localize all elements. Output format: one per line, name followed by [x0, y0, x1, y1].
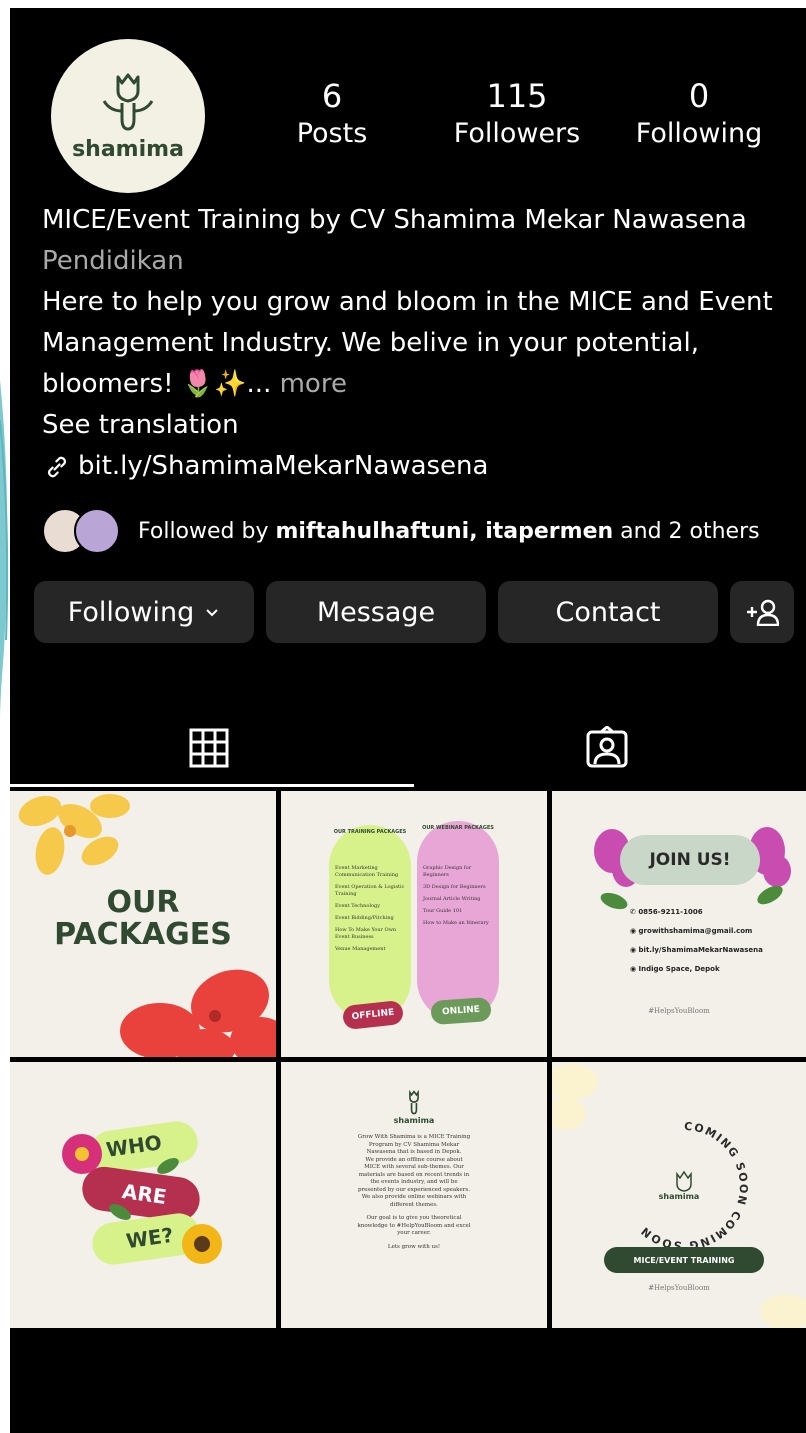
website-url: bit.ly/ShamimaMekarNawasena — [78, 451, 489, 481]
bio-line-1: Here to help you grow and bloom in the M… — [42, 287, 773, 317]
webinar-item: Tour Guide 101 — [423, 908, 463, 914]
about-para-3: We also provide online webinars with dif… — [361, 1194, 467, 1208]
post-tulip-logo-icon — [409, 1090, 419, 1115]
coming-soon-ring-text: COMING SOON COMING SOON — [638, 1120, 750, 1252]
training-item: How To Make Your Own Event Business — [335, 927, 397, 940]
online-badge: ONLINE — [430, 996, 492, 1026]
webinar-item: 3D Design for Beginners — [423, 884, 486, 890]
instagram-profile-screen: shamima 6 Posts 115 Followers 0 Followin… — [10, 8, 806, 1433]
contact-email-value: growithshamima@gmail.com — [638, 927, 753, 935]
contact-button-label: Contact — [555, 596, 661, 628]
post-join-us[interactable]: JOIN US! ✆ 0856-9211-1006 ◉ growithshami… — [552, 791, 806, 1057]
bio-line-2: Management Industry. We belive in your p… — [42, 328, 699, 358]
bio-line-3-text: bloomers! 🌷✨... — [42, 369, 272, 399]
training-item: Venue Management — [335, 946, 386, 952]
contact-phone-value: 0856-9211-1006 — [638, 908, 703, 916]
chevron-down-icon — [206, 609, 218, 617]
about-para-1: Grow With Shamima is a MICE Training Pro… — [357, 1134, 471, 1155]
followed-by[interactable]: Followed by miftahulhaftuni, itapermen a… — [42, 505, 760, 557]
contact-place: ◉ Indigo Space, Depok — [630, 965, 720, 973]
coming-soon-logo-text: shamima — [658, 1192, 700, 1201]
following-button-label: Following — [67, 596, 195, 628]
followers-label: Followers — [453, 118, 581, 149]
tab-posts-grid[interactable] — [10, 708, 408, 788]
add-person-icon — [747, 599, 779, 626]
stat-following[interactable]: 0 Following — [629, 76, 769, 152]
training-title: OUR TRAINING PACKAGES — [333, 829, 407, 835]
link-icon — [48, 456, 66, 477]
contact-phone: ✆ 0856-9211-1006 — [630, 908, 703, 916]
more-link[interactable]: more — [271, 369, 347, 399]
webinar-item: Graphic Design for Beginners — [423, 865, 472, 878]
following-button[interactable]: Following — [34, 581, 254, 643]
stat-posts[interactable]: 6 Posts — [262, 76, 402, 152]
stat-followers[interactable]: 115 Followers — [447, 76, 587, 152]
post-logo-text: shamima — [393, 1116, 435, 1125]
posts-label: Posts — [296, 118, 368, 149]
join-us-hashtag: #HelpsYouBloom — [648, 1007, 710, 1015]
post-our-packages[interactable]: OUR PACKAGES — [10, 791, 276, 1057]
post-packages-list[interactable]: OUR TRAINING PACKAGES OUR WEBINAR PACKAG… — [281, 791, 547, 1057]
post1-line1: OUR — [106, 885, 180, 920]
message-button[interactable]: Message — [266, 581, 486, 643]
post-coming-soon[interactable]: COMING SOON COMING SOON shamima MICE/EVE… — [552, 1062, 806, 1328]
follower-avatar-2 — [74, 508, 120, 554]
posts-count: 6 — [321, 77, 343, 115]
contact-email: ◉ growithshamima@gmail.com — [630, 927, 753, 935]
bio-line-3: bloomers! 🌷✨... more — [42, 364, 802, 405]
avatar-logo-text: shamima — [72, 136, 184, 162]
who-flowers — [62, 1134, 222, 1264]
suggest-people-button[interactable] — [730, 581, 794, 643]
tagged-person-icon — [586, 726, 628, 768]
training-banner: MICE/EVENT TRAINING — [604, 1247, 764, 1273]
grid-icon — [189, 728, 229, 768]
post-who-are-we[interactable]: WHO ARE WE? — [10, 1062, 276, 1328]
profile-name: MICE/Event Training by CV Shamima Mekar … — [42, 205, 747, 235]
profile-category: Pendidikan — [42, 246, 184, 276]
following-count: 0 — [688, 77, 710, 115]
contact-link: ◉ bit.ly/ShamimaMekarNawasena — [630, 946, 763, 954]
following-label: Following — [635, 118, 763, 149]
followed-by-names[interactable]: miftahulhaftuni, itapermen — [275, 519, 613, 544]
contact-button[interactable]: Contact — [498, 581, 718, 643]
see-translation-link[interactable]: See translation — [42, 405, 802, 446]
profile-avatar[interactable]: shamima — [51, 39, 205, 193]
offline-badge: OFFLINE — [341, 999, 405, 1031]
join-us-title: JOIN US! — [620, 835, 760, 885]
about-para-5: Lets grow with us! — [387, 1243, 441, 1250]
profile-website-link[interactable]: bit.ly/ShamimaMekarNawasena — [42, 446, 802, 487]
contact-place-value: Indigo Space, Depok — [638, 965, 720, 973]
webinar-title: OUR WEBINAR PACKAGES — [422, 825, 494, 831]
followers-count: 115 — [486, 77, 548, 115]
contact-list: ✆ 0856-9211-1006 ◉ growithshamima@gmail.… — [630, 903, 763, 979]
post-about[interactable]: shamima Grow With Shamima is a MICE Trai… — [281, 1062, 547, 1328]
tab-tagged[interactable] — [408, 708, 806, 788]
posts-grid: OUR PACKAGES OUR TRAINING PACKAGES OUR W… — [10, 791, 806, 1329]
training-item: Event Technology — [335, 903, 381, 909]
webinar-item: Journal Article Writing — [423, 896, 481, 902]
about-para-2: We provide an offline course about MICE … — [358, 1156, 470, 1193]
post1-line2: PACKAGES — [54, 917, 232, 952]
followed-by-text: Followed by miftahulhaftuni, itapermen a… — [138, 519, 760, 544]
message-button-label: Message — [316, 596, 436, 628]
webinar-item: How to Make an Itinerary — [423, 920, 489, 926]
profile-bio: MICE/Event Training by CV Shamima Mekar … — [42, 200, 802, 487]
followed-by-suffix: and 2 others — [613, 518, 760, 544]
training-item: Event Marketing Communication Training — [335, 865, 399, 878]
about-para-4: Our goal is to give you theoretical know… — [357, 1215, 471, 1236]
training-item: Event Operation & Logistic Training — [335, 884, 405, 897]
webinar-list: Graphic Design for Beginners 3D Design fo… — [423, 865, 495, 932]
active-tab-indicator — [10, 784, 414, 787]
tulip-logo-icon — [102, 73, 154, 131]
coming-soon-hashtag: #HelpsYouBloom — [648, 1284, 710, 1292]
training-list: Event Marketing Communication Training Ev… — [335, 865, 407, 958]
about-text: Grow With Shamima is a MICE Training Pro… — [357, 1134, 471, 1251]
training-item: Event Bidding/Pitching — [335, 915, 394, 921]
profile-tabs — [10, 708, 806, 788]
followed-by-prefix: Followed by — [138, 518, 276, 544]
contact-link-value: bit.ly/ShamimaMekarNawasena — [638, 946, 763, 954]
